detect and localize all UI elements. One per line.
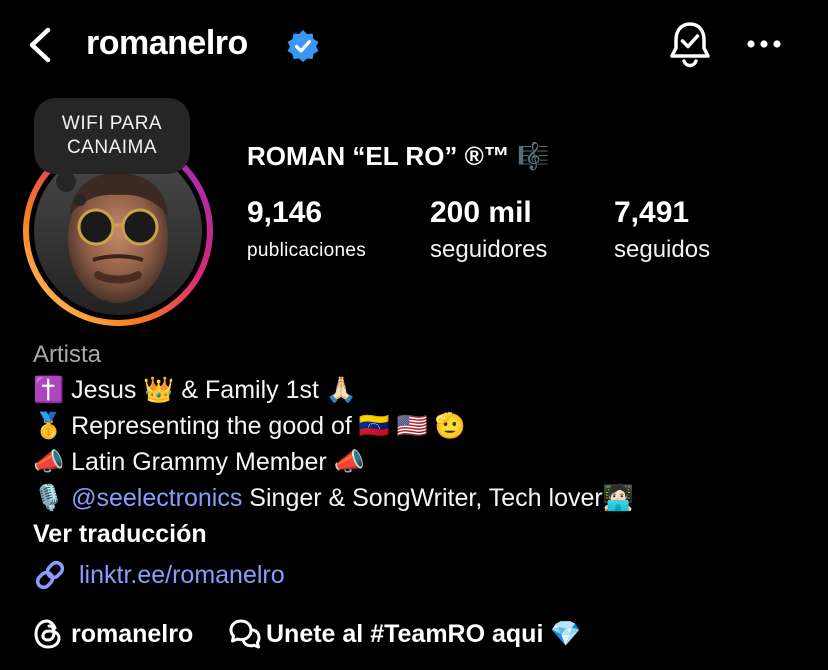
translate-link[interactable]: Ver traducción bbox=[33, 520, 207, 549]
display-name: ROMAN “EL RO” ®™ 🎼 bbox=[247, 141, 550, 171]
broadcast-channel[interactable]: Unete al #TeamRO aqui 💎 bbox=[228, 618, 581, 650]
posts-label: publicaciones bbox=[247, 240, 367, 261]
external-link-text: linktr.ee/romanelro bbox=[79, 560, 285, 589]
followers-count: 200 mil bbox=[430, 196, 532, 229]
more-options-button[interactable] bbox=[746, 34, 782, 54]
bio-line-4-suffix: Singer & SongWriter, Tech lover🧑🏻‍💻 bbox=[242, 484, 634, 512]
followers-label: seguidores bbox=[430, 236, 548, 263]
note-bubble[interactable]: WIFI PARA CANAIMA bbox=[34, 98, 190, 174]
back-chevron-icon bbox=[29, 27, 51, 63]
following-count: 7,491 bbox=[614, 196, 690, 229]
bio-line-2: 🥇 Representing the good of 🇻🇪 🇺🇸 🫡 bbox=[33, 412, 467, 440]
notifications-button[interactable] bbox=[668, 20, 712, 68]
bio-line-1: ✝️ Jesus 👑 & Family 1st 🙏🏻 bbox=[33, 376, 357, 404]
note-text-line2: CANAIMA bbox=[66, 137, 158, 158]
verified-badge-icon bbox=[286, 29, 320, 63]
following-stat[interactable]: 7,491 seguidos bbox=[614, 196, 710, 264]
header-username: romanelro bbox=[86, 24, 248, 62]
channel-text: Unete al #TeamRO aqui 💎 bbox=[266, 619, 582, 648]
posts-count: 9,146 bbox=[247, 196, 323, 229]
category-label: Artista bbox=[33, 341, 102, 368]
bio-line-3: 📣 Latin Grammy Member 📣 bbox=[33, 448, 365, 476]
following-label: seguidos bbox=[614, 236, 711, 263]
followers-stat[interactable]: 200 mil seguidores bbox=[430, 196, 547, 264]
threads-badge[interactable]: romanelro bbox=[33, 618, 193, 650]
note-bubble-tail-dot bbox=[74, 194, 86, 206]
mention-link[interactable]: @seelectronics bbox=[71, 484, 242, 512]
bell-check-icon bbox=[670, 22, 710, 68]
threads-icon bbox=[34, 619, 61, 649]
more-dots-icon bbox=[747, 40, 781, 48]
threads-username: romanelro bbox=[71, 619, 194, 648]
note-text-line1: WIFI PARA bbox=[61, 113, 163, 134]
bio-line-4: 🎙️ @seelectronics Singer & SongWriter, T… bbox=[33, 484, 634, 513]
chat-bubbles-icon bbox=[229, 619, 261, 649]
note-bubble-tail bbox=[56, 172, 76, 192]
posts-stat[interactable]: 9,146 publicaciones bbox=[247, 196, 366, 262]
link-icon bbox=[35, 560, 65, 590]
external-link[interactable]: linktr.ee/romanelro bbox=[33, 558, 285, 592]
back-button[interactable] bbox=[22, 24, 58, 66]
bio-line-4-prefix: 🎙️ bbox=[33, 484, 72, 512]
